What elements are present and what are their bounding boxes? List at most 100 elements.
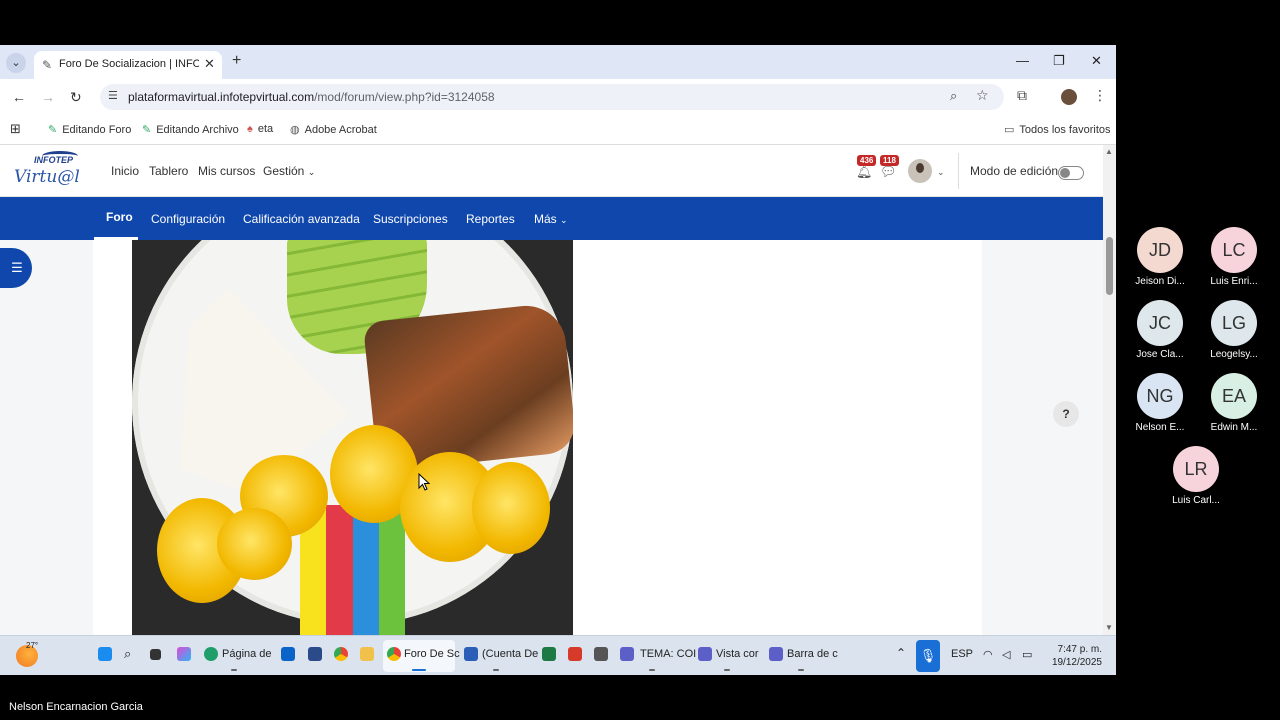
reload-icon[interactable]: ↻ (70, 89, 82, 106)
taskbar-item-chrome-foro[interactable]: Foro De Sc (383, 640, 460, 672)
tab-close-icon[interactable]: ✕ (204, 56, 215, 72)
file-explorer-icon[interactable] (360, 647, 374, 661)
participant-name: Luis Carl... (1172, 495, 1220, 506)
battery-icon[interactable]: ▭ (1022, 648, 1032, 661)
nav-gestion[interactable]: Gestión ⌄ (263, 164, 315, 178)
participant-tile[interactable]: JC Jose Cla... (1125, 300, 1195, 360)
site-info-icon[interactable]: ☰ (108, 89, 118, 102)
powerpoint-icon[interactable] (568, 647, 582, 661)
wifi-icon[interactable]: ◠ (983, 648, 993, 661)
chrome-icon[interactable] (334, 647, 348, 661)
bookmark-star-icon[interactable]: ☆ (976, 87, 989, 104)
zoom-icon[interactable]: ⌕ (950, 88, 957, 104)
tab-foro[interactable]: Foro (106, 210, 133, 224)
outlook-icon[interactable] (281, 647, 295, 661)
taskbar-item-edge[interactable]: Página de (198, 640, 272, 672)
teams-icon (698, 647, 712, 661)
tostone (217, 508, 292, 580)
flag-ribbon (300, 505, 405, 635)
taskbar-item-teams-barra[interactable]: Barra de c (765, 640, 838, 672)
nav-mis-cursos[interactable]: Mis cursos (198, 164, 255, 178)
tab-calificacion-avanzada[interactable]: Calificación avanzada (243, 212, 360, 226)
participant-tile[interactable]: NG Nelson E... (1125, 373, 1195, 433)
tab-search-icon[interactable]: ⌄ (6, 53, 26, 73)
participant-tile[interactable]: LR Luis Carl... (1161, 446, 1231, 506)
restore-icon[interactable]: ❐ (1053, 53, 1065, 69)
nav-tablero[interactable]: Tablero (149, 164, 188, 178)
bookmarks-bar: ⊞ ✎ Editando Foro ✎ Editando Archivo ♠ eta … (0, 115, 1116, 145)
tab-suscripciones[interactable]: Suscripciones (373, 212, 448, 226)
bookmark-editando-foro[interactable]: ✎ Editando Foro (48, 123, 131, 136)
logo-text-bottom: Virtu@l (14, 167, 80, 187)
taskbar-item-teams-tema[interactable]: TEMA: COI (616, 640, 696, 672)
user-avatar[interactable] (908, 159, 932, 183)
microphone-icon[interactable]: 🎙︎ (916, 640, 940, 672)
tab-mas[interactable]: Más ⌄ (534, 212, 568, 226)
scroll-up-icon[interactable]: ▲ (1105, 147, 1113, 156)
bookmark-adobe-acrobat[interactable]: ◍ Adobe Acrobat (290, 123, 377, 136)
participant-name: Jose Cla... (1136, 349, 1184, 360)
show-hidden-icons-chevron-icon[interactable]: ⌃ (896, 646, 906, 660)
tab-reportes[interactable]: Reportes (466, 212, 515, 226)
participant-avatar: EA (1211, 373, 1257, 419)
participant-tile[interactable]: JD Jeison Di... (1125, 227, 1195, 287)
secondary-navigation: Foro Configuración Calificación avanzada… (0, 197, 1103, 240)
participant-tile[interactable]: EA Edwin M... (1199, 373, 1269, 433)
scrollbar-thumb[interactable] (1106, 237, 1113, 295)
taskbar-item-word[interactable]: (Cuenta De (460, 640, 538, 672)
participant-avatar: LC (1211, 227, 1257, 273)
participant-avatar: JC (1137, 300, 1183, 346)
profile-avatar[interactable] (1061, 89, 1077, 105)
language-indicator[interactable]: ESP (951, 648, 973, 660)
copilot-icon[interactable] (177, 647, 191, 661)
windows-start-icon[interactable] (98, 647, 112, 661)
bookmark-editando-archivo[interactable]: ✎ Editando Archivo (142, 123, 239, 136)
folder-icon: ▭ (1004, 124, 1015, 136)
tab-favicon-icon: ✎ (42, 58, 53, 72)
edit-mode-toggle[interactable] (1058, 166, 1084, 180)
word-icon (464, 647, 478, 661)
participant-tile[interactable]: LG Leogelsy... (1199, 300, 1269, 360)
window-close-icon[interactable]: ✕ (1091, 53, 1102, 69)
new-tab-icon[interactable]: + (232, 52, 241, 70)
bookmark-favicon-icon: ✎ (142, 124, 152, 136)
snipping-tool-icon[interactable] (594, 647, 608, 661)
browser-tab-active[interactable]: ✎ Foro De Socializacion | INFOTEP ✕ (34, 51, 222, 79)
excel-icon[interactable] (542, 647, 556, 661)
participant-tile[interactable]: LC Luis Enri... (1199, 227, 1269, 287)
site-header: INFOTEP Virtu@l Inicio Tablero Mis curso… (0, 145, 1103, 197)
address-bar[interactable]: ☰ plataformavirtual.infotepvirtual.com/m… (100, 84, 1004, 110)
windows-taskbar: 27° ⌕ Página de Foro De Sc (Cuenta De TE… (0, 635, 1116, 675)
calculator-icon[interactable] (308, 647, 322, 661)
tab-configuracion[interactable]: Configuración (151, 212, 225, 226)
volume-icon[interactable]: ◁ (1002, 648, 1010, 661)
all-bookmarks[interactable]: ▭ Todos los favoritos (1004, 123, 1111, 136)
task-view-icon[interactable] (150, 649, 161, 660)
help-button[interactable]: ? (1053, 401, 1079, 427)
extensions-icon[interactable]: ⧉ (1017, 87, 1027, 104)
apps-grid-icon[interactable]: ⊞ (10, 121, 21, 137)
participant-name: Edwin M... (1210, 422, 1258, 433)
header-divider (958, 153, 959, 189)
edge-icon (204, 647, 218, 661)
infotep-logo[interactable]: INFOTEP Virtu@l (12, 151, 84, 191)
search-icon[interactable]: ⌕ (124, 646, 131, 662)
back-icon[interactable]: ← (12, 89, 26, 105)
messages-icon[interactable]: 💬︎ (880, 164, 897, 180)
bookmark-favicon-icon: ✎ (48, 124, 58, 136)
globe-icon: ◍ (290, 124, 300, 136)
minimize-icon[interactable]: — (1016, 53, 1029, 68)
user-menu-chevron-icon[interactable]: ⌄ (937, 167, 945, 178)
taskbar-item-teams-vista[interactable]: Vista cor (694, 640, 760, 672)
scroll-down-icon[interactable]: ▼ (1105, 623, 1113, 632)
course-index-button[interactable]: ☰ (0, 248, 32, 288)
forward-icon[interactable]: → (41, 89, 55, 105)
page-scrollbar[interactable]: ▲ ▼ (1103, 145, 1116, 635)
notifications-bell-icon[interactable]: 🔔︎ (856, 164, 873, 180)
system-clock[interactable]: 7:47 p. m. 19/12/2025 (1046, 643, 1102, 669)
browser-menu-icon[interactable]: ⋮ (1093, 87, 1107, 104)
bookmark-eta[interactable]: ♠ eta (247, 123, 273, 135)
edit-mode-label: Modo de edición (970, 164, 1059, 178)
running-indicator (649, 669, 655, 671)
nav-inicio[interactable]: Inicio (111, 164, 139, 178)
